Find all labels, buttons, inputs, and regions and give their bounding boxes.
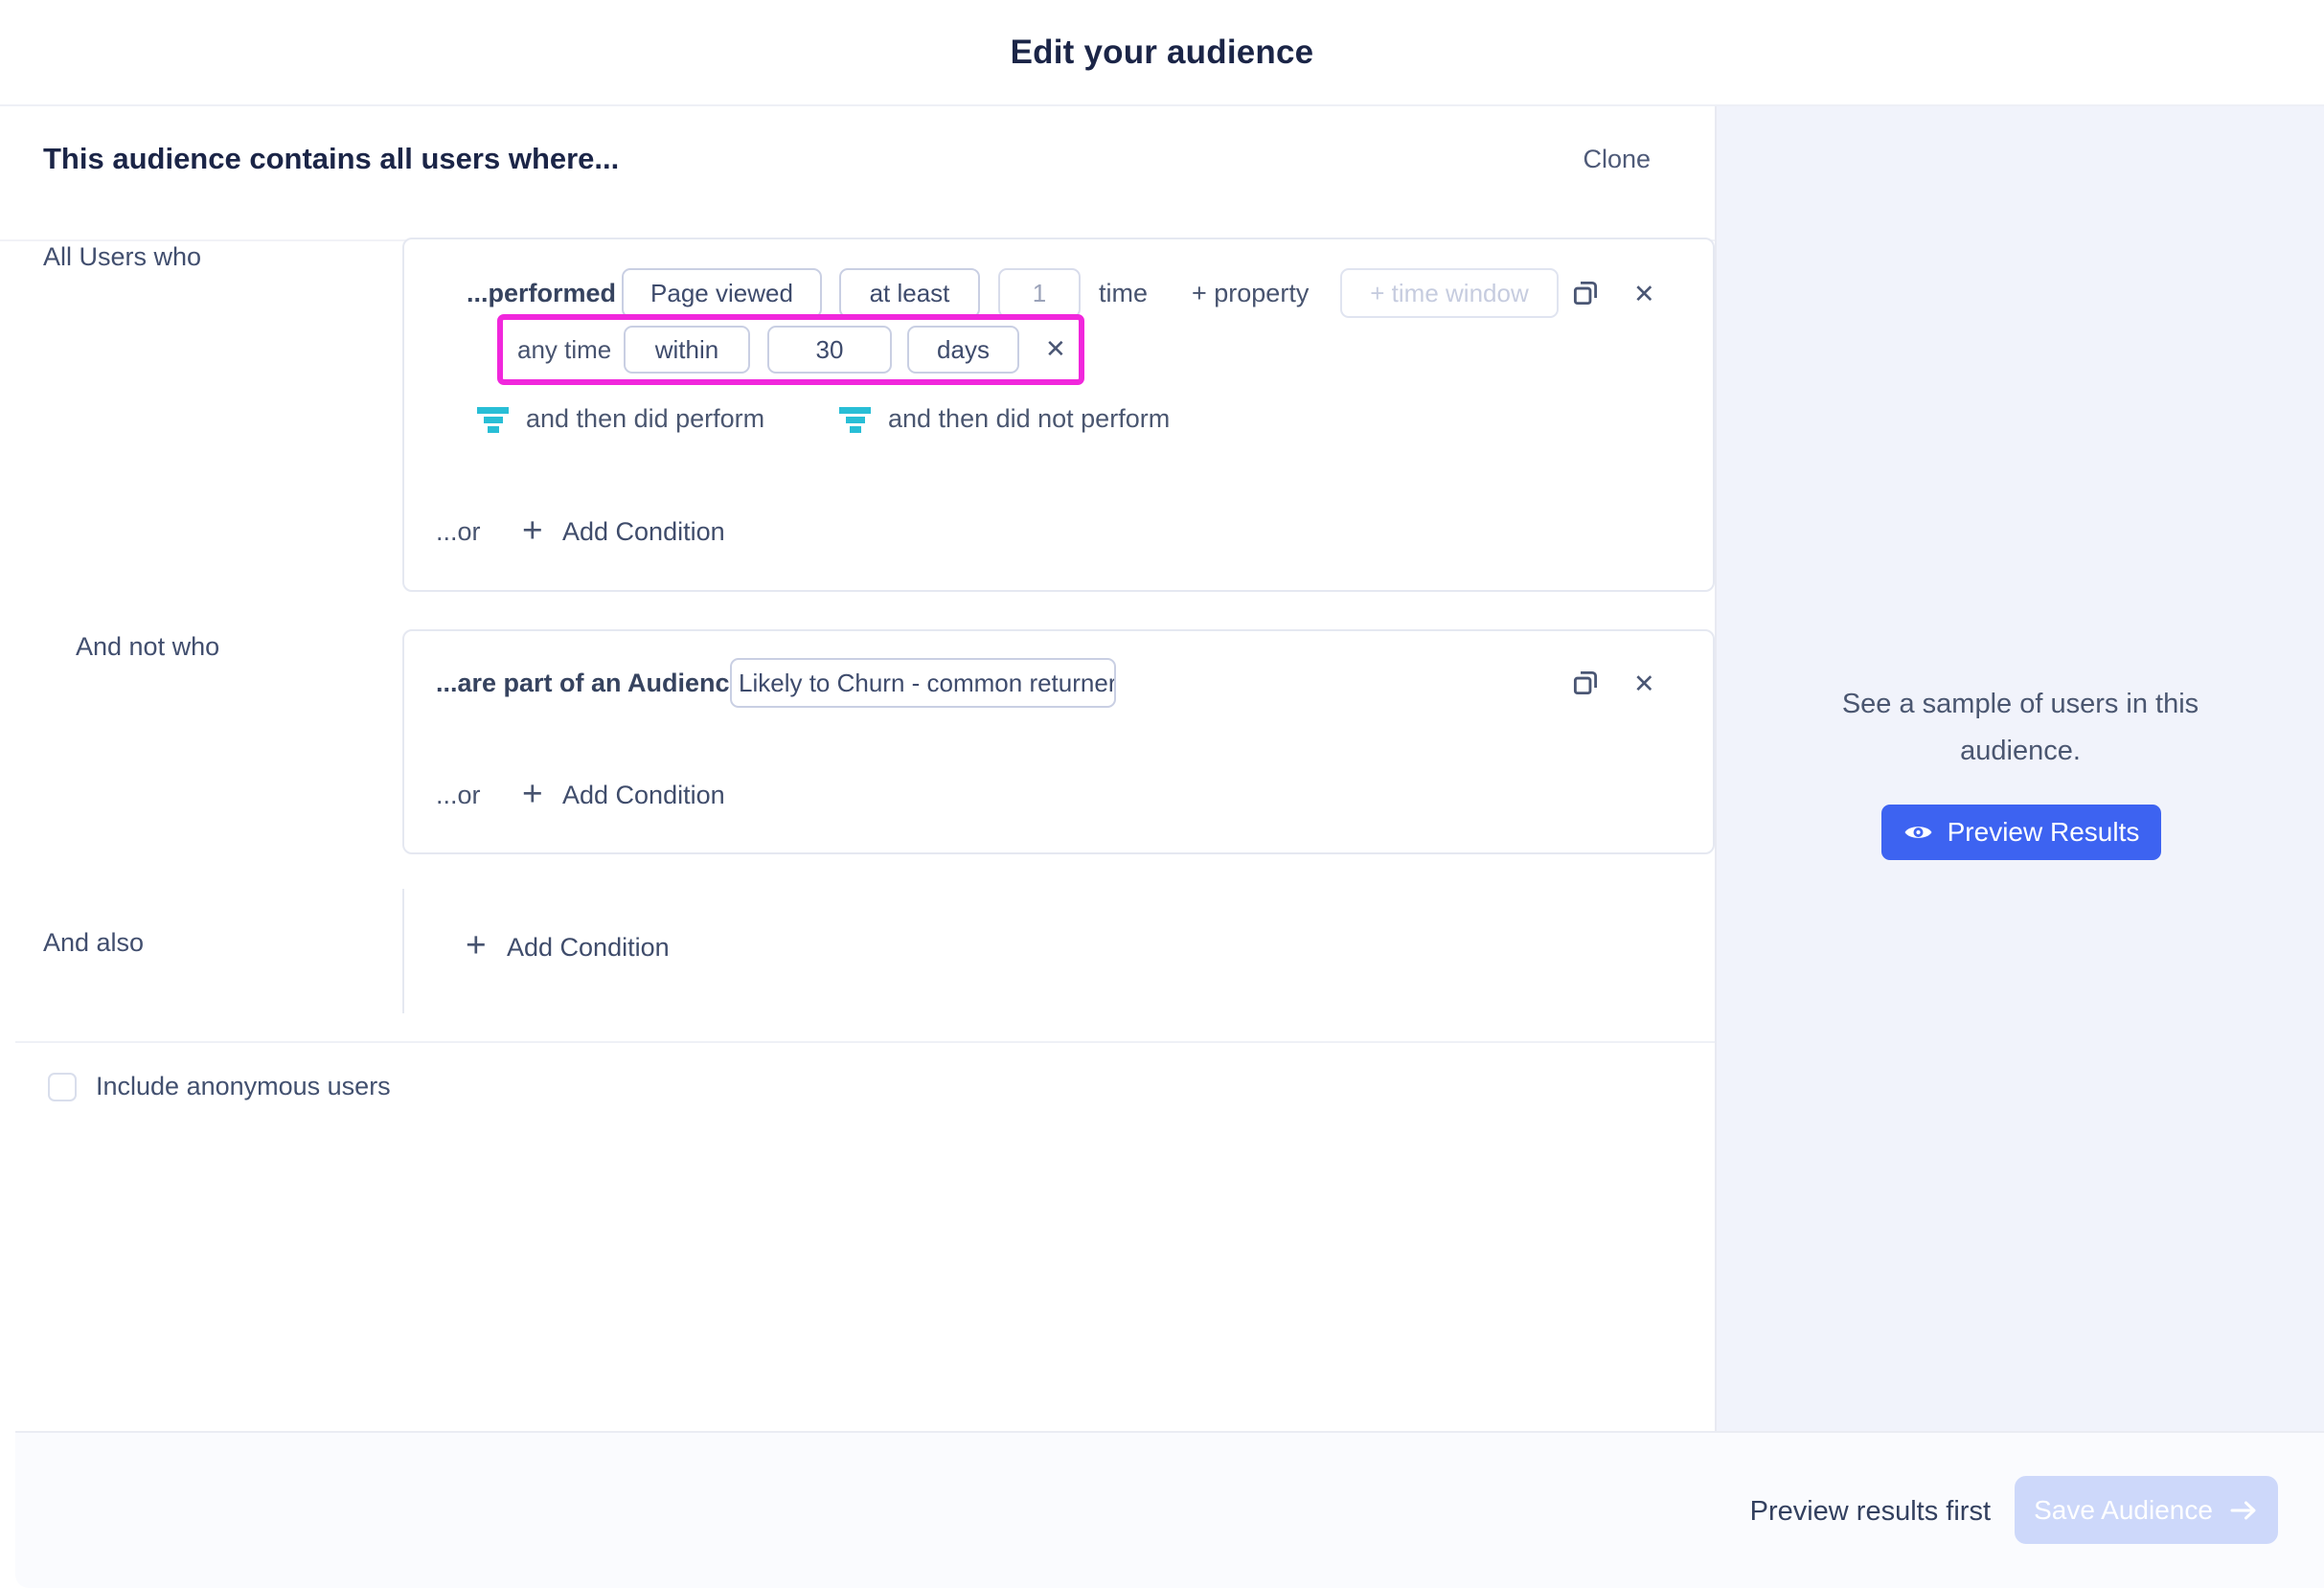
within-select[interactable]: within: [624, 326, 750, 374]
preview-text-line2: audience.: [1717, 728, 2324, 775]
footer-bar: Preview results first Save Audience: [15, 1431, 2324, 1588]
add-condition-button[interactable]: Add Condition: [562, 781, 725, 810]
condition-card-audience: ...are part of an Audience Likely to Chu…: [402, 629, 1715, 854]
group-label-all-users: All Users who: [43, 242, 201, 272]
window-value-input[interactable]: 30: [767, 326, 892, 374]
preview-results-label: Preview Results: [1948, 817, 2140, 848]
builder-heading: This audience contains all users where..…: [43, 142, 619, 176]
remove-condition-icon[interactable]: ✕: [1633, 282, 1655, 307]
arrow-right-icon: [2229, 1499, 2259, 1522]
then-did-not-perform-label: and then did not perform: [888, 404, 1170, 434]
remove-condition-icon[interactable]: ✕: [1633, 671, 1655, 697]
count-input[interactable]: 1: [998, 268, 1081, 318]
add-property-button[interactable]: + property: [1192, 279, 1309, 308]
condition-card-performed: ...performed Page viewed at least 1 time…: [402, 238, 1715, 592]
preview-panel: See a sample of users in this audience. …: [1715, 106, 2324, 1431]
time-window-highlight: any time within 30 days ✕: [497, 314, 1084, 385]
include-anonymous-checkbox[interactable]: [48, 1073, 77, 1101]
preview-panel-text: See a sample of users in this audience.: [1717, 681, 2324, 775]
group-label-and-also: And also: [43, 928, 144, 958]
modal-title-bar: Edit your audience: [0, 0, 2324, 106]
copy-icon: [1569, 667, 1602, 699]
section-divider: [15, 1041, 1715, 1043]
group-label-and-not-who: And not who: [76, 632, 219, 662]
builder-content: This audience contains all users where..…: [0, 106, 1715, 1431]
or-label: ...or: [436, 517, 481, 547]
time-label: time: [1099, 279, 1148, 308]
preview-first-hint: Preview results first: [1750, 1496, 1991, 1528]
clone-button[interactable]: Clone: [1577, 144, 1656, 175]
window-unit-select[interactable]: days: [907, 326, 1019, 374]
operator-select[interactable]: at least: [839, 268, 980, 318]
eye-icon: [1903, 822, 1933, 843]
include-anonymous-label: Include anonymous users: [96, 1072, 391, 1101]
anonymous-users-row: Include anonymous users: [48, 1072, 391, 1101]
audience-condition-label: ...are part of an Audience: [436, 669, 744, 698]
add-condition-button[interactable]: Add Condition: [507, 933, 670, 963]
plus-icon[interactable]: +: [466, 927, 487, 963]
copy-icon: [1569, 277, 1602, 309]
time-window-button[interactable]: + time window: [1340, 268, 1559, 318]
preview-results-button[interactable]: Preview Results: [1881, 805, 2161, 860]
or-label: ...or: [436, 781, 481, 810]
filter-icon: [477, 406, 510, 433]
audience-select[interactable]: Likely to Churn - common returners: [730, 658, 1116, 708]
filter-icon: [839, 406, 872, 433]
save-audience-label: Save Audience: [2034, 1495, 2213, 1526]
duplicate-condition-button[interactable]: [1569, 667, 1602, 702]
page-title: Edit your audience: [1011, 34, 1314, 72]
remove-time-window-icon[interactable]: ✕: [1045, 336, 1066, 361]
audience-builder: This audience contains all users where..…: [0, 106, 2324, 1431]
save-audience-button[interactable]: Save Audience: [2015, 1476, 2278, 1544]
performed-label: ...performed: [467, 279, 616, 308]
duplicate-condition-button[interactable]: [1569, 277, 1602, 312]
and-also-divider: [402, 889, 404, 1013]
add-condition-button[interactable]: Add Condition: [562, 517, 725, 547]
preview-text-line1: See a sample of users in this: [1717, 681, 2324, 728]
then-did-perform-label: and then did perform: [526, 404, 764, 434]
then-did-not-perform-button[interactable]: and then did not perform: [839, 404, 1170, 434]
any-time-label: any time: [517, 335, 611, 365]
plus-icon[interactable]: +: [522, 512, 543, 548]
then-did-perform-button[interactable]: and then did perform: [477, 404, 764, 434]
event-select[interactable]: Page viewed: [622, 268, 822, 318]
plus-icon[interactable]: +: [522, 776, 543, 811]
